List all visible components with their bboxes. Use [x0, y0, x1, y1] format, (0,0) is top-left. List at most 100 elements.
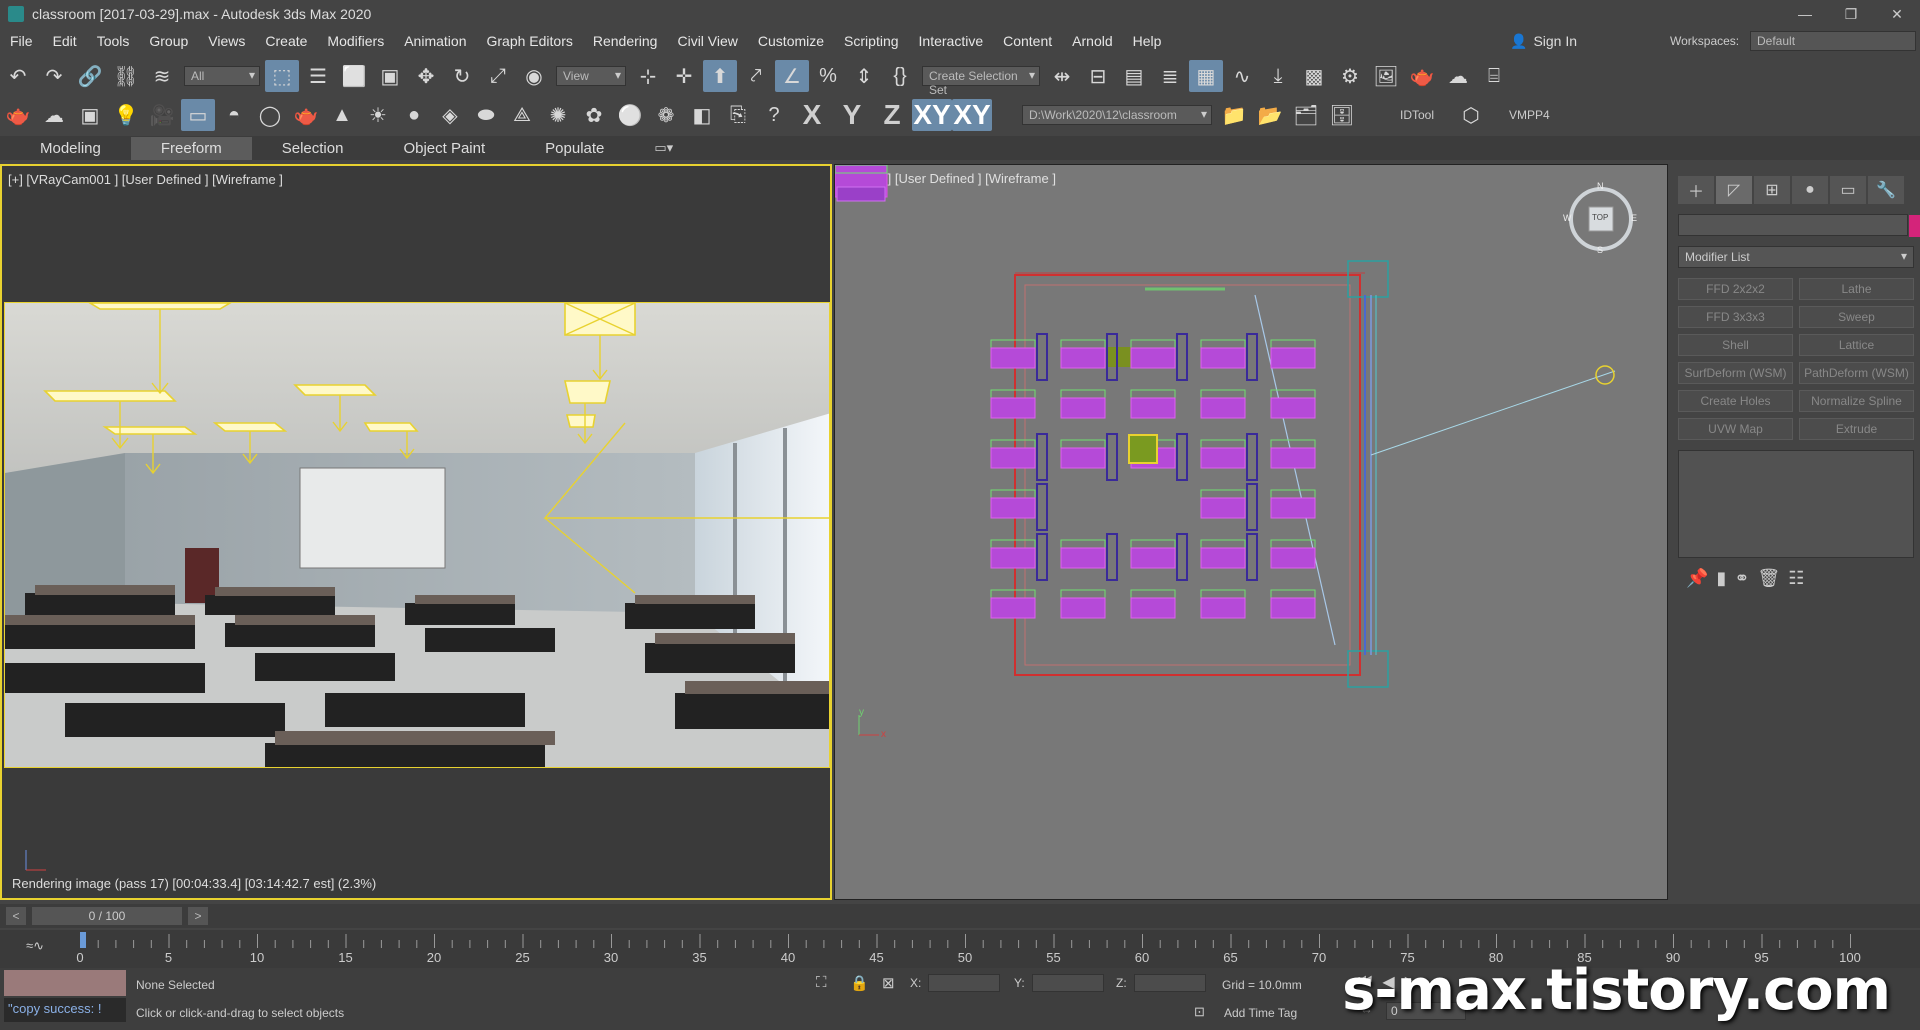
modifier-uvw-map-button[interactable]: UVW Map — [1678, 418, 1793, 440]
object-color-swatch[interactable] — [1909, 215, 1920, 237]
cloud-icon[interactable]: ☁ — [37, 99, 71, 131]
menu-graph-editors[interactable]: Graph Editors — [476, 33, 582, 49]
project-path-select[interactable]: D:\Work\2020\12\classroom — [1022, 105, 1212, 125]
add-time-tag[interactable]: Add Time Tag — [1224, 1006, 1297, 1020]
time-slider-handle[interactable]: 0 / 100 — [32, 907, 182, 925]
ies-light-icon[interactable]: ▲ — [325, 99, 359, 131]
select-by-name-icon[interactable]: ☰ — [301, 60, 335, 92]
ambient-light-icon[interactable]: ● — [397, 99, 431, 131]
align-icon[interactable]: ⊟ — [1081, 60, 1115, 92]
lock-selection-icon[interactable]: 🔒 — [850, 974, 869, 992]
desk-cluster[interactable] — [990, 589, 1036, 619]
archive-folder-icon[interactable]: 🗄 — [1325, 99, 1359, 131]
vfb-icon[interactable]: ◧ — [685, 99, 719, 131]
open-folder-icon[interactable]: 📂 — [1253, 99, 1287, 131]
modifier-list-dropdown[interactable]: Modifier List — [1678, 246, 1914, 268]
menu-modifiers[interactable]: Modifiers — [317, 33, 394, 49]
workspace-select[interactable]: Default — [1750, 31, 1916, 51]
menu-tools[interactable]: Tools — [87, 33, 140, 49]
menu-create[interactable]: Create — [255, 33, 317, 49]
tab-selection[interactable]: Selection — [252, 137, 374, 160]
create-tab-icon[interactable]: ＋ — [1678, 176, 1714, 204]
desk-cluster[interactable] — [1130, 589, 1176, 619]
menu-content[interactable]: Content — [993, 33, 1062, 49]
desk-cluster[interactable] — [1060, 433, 1118, 481]
modifier-normalize-spline-button[interactable]: Normalize Spline — [1799, 390, 1914, 412]
manipulate-icon[interactable]: ✛ — [667, 60, 701, 92]
maxscript-mini-listener[interactable] — [4, 970, 126, 996]
keyboard-shortcut-override-icon[interactable]: ⬆ — [703, 60, 737, 92]
modifier-shell-button[interactable]: Shell — [1678, 334, 1793, 356]
save-folder-icon[interactable]: 🗂 — [1289, 99, 1323, 131]
tab-object-paint[interactable]: Object Paint — [373, 137, 515, 160]
rect-selection-icon[interactable]: ⬜ — [337, 60, 371, 92]
layer-explorer-icon[interactable]: ≣ — [1153, 60, 1187, 92]
project-folder-icon[interactable]: 📁 — [1217, 99, 1251, 131]
object-name-field[interactable] — [1678, 214, 1920, 237]
multi-material-icon[interactable]: ❁ — [649, 99, 683, 131]
axis-xy-cycle-button[interactable]: XY — [952, 99, 992, 131]
motion-tab-icon[interactable]: ● — [1792, 176, 1828, 204]
render-production-icon[interactable]: 🫖 — [1405, 60, 1439, 92]
tab-freeform[interactable]: Freeform — [130, 136, 252, 160]
desk-cluster[interactable] — [990, 483, 1048, 531]
link-icon[interactable]: 🔗 — [73, 60, 107, 92]
snaps-toggle-icon[interactable]: ⤤ — [739, 60, 773, 92]
bind-space-warp-icon[interactable]: ≋ — [145, 60, 179, 92]
scene-converter-icon[interactable]: ⎘ — [721, 99, 755, 131]
desk-cluster[interactable] — [1200, 589, 1246, 619]
maxscript-output[interactable]: "copy success: ! — [4, 998, 126, 1022]
place-icon[interactable]: ◉ — [517, 60, 551, 92]
menu-animation[interactable]: Animation — [394, 33, 476, 49]
desk-cluster[interactable] — [1200, 533, 1258, 581]
menu-views[interactable]: Views — [198, 33, 255, 49]
reference-coordinate-select[interactable]: View — [556, 66, 626, 86]
modifier-ffd-3x3x3-button[interactable]: FFD 3x3x3 — [1678, 306, 1793, 328]
maximize-button[interactable]: ❐ — [1828, 0, 1874, 28]
desk-cluster[interactable] — [1270, 589, 1316, 619]
schematic-view-icon[interactable]: ⤓ — [1261, 60, 1295, 92]
toggle-ribbon-icon[interactable]: ▦ — [1189, 60, 1223, 92]
desk-cluster[interactable] — [1200, 333, 1258, 381]
window-crossing-icon[interactable]: ▣ — [373, 60, 407, 92]
menu-rendering[interactable]: Rendering — [583, 33, 668, 49]
modifier-lattice-button[interactable]: Lattice — [1799, 334, 1914, 356]
light-lister-icon[interactable]: 💡 — [109, 99, 143, 131]
spinner-snap-icon[interactable]: ⇕ — [847, 60, 881, 92]
configure-modifier-sets-icon[interactable]: ☷ — [1788, 568, 1804, 589]
teapot-icon[interactable]: 🫖 — [1, 99, 35, 131]
desk-cluster[interactable] — [1270, 439, 1316, 469]
top-viewport[interactable]: [+] [Top ] [User Defined ] [Wireframe ] … — [834, 164, 1668, 900]
close-button[interactable]: ✕ — [1874, 0, 1920, 28]
menu-scripting[interactable]: Scripting — [834, 33, 908, 49]
angle-snap-icon[interactable]: ∠ — [775, 60, 809, 92]
mesh-light-icon[interactable]: 🫖 — [289, 99, 323, 131]
rotate-icon[interactable]: ↻ — [445, 60, 479, 92]
menu-customize[interactable]: Customize — [748, 33, 834, 49]
plane-light-icon[interactable]: ▭ — [181, 99, 215, 131]
sphere-material-icon[interactable]: ⚪ — [613, 99, 647, 131]
move-icon[interactable]: ✥ — [409, 60, 443, 92]
render-setup-icon[interactable]: ⚙ — [1333, 60, 1367, 92]
sphere-light-icon[interactable]: ◯ — [253, 99, 287, 131]
sun-icon[interactable]: ☀ — [361, 99, 395, 131]
render-iterative-icon[interactable]: ⌸ — [1477, 60, 1511, 92]
desk-cluster[interactable] — [1200, 433, 1258, 481]
x-coord-field[interactable] — [928, 974, 1000, 992]
modifier-extrude-button[interactable]: Extrude — [1799, 418, 1914, 440]
y-coord-field[interactable] — [1032, 974, 1104, 992]
desk-cluster[interactable] — [990, 533, 1048, 581]
named-selection-set-select[interactable]: Create Selection Set — [922, 66, 1040, 97]
menu-interactive[interactable]: Interactive — [909, 33, 994, 49]
modifier-ffd-2x2x2-button[interactable]: FFD 2x2x2 — [1678, 278, 1793, 300]
absolute-mode-icon[interactable]: ⊠ — [882, 974, 895, 992]
modifier-pathdeform-button[interactable]: PathDeform (WSM) — [1799, 362, 1914, 384]
camera-icon[interactable]: 🎥 — [145, 99, 179, 131]
time-prev-button[interactable]: < — [6, 907, 26, 925]
desk-cluster[interactable] — [1060, 333, 1118, 381]
material-editor-icon[interactable]: ▩ — [1297, 60, 1331, 92]
time-next-button[interactable]: > — [188, 907, 208, 925]
unlink-icon[interactable]: ⛓ — [109, 60, 143, 92]
volume-icon[interactable]: ✺ — [541, 99, 575, 131]
desk-cluster[interactable] — [1060, 589, 1106, 619]
